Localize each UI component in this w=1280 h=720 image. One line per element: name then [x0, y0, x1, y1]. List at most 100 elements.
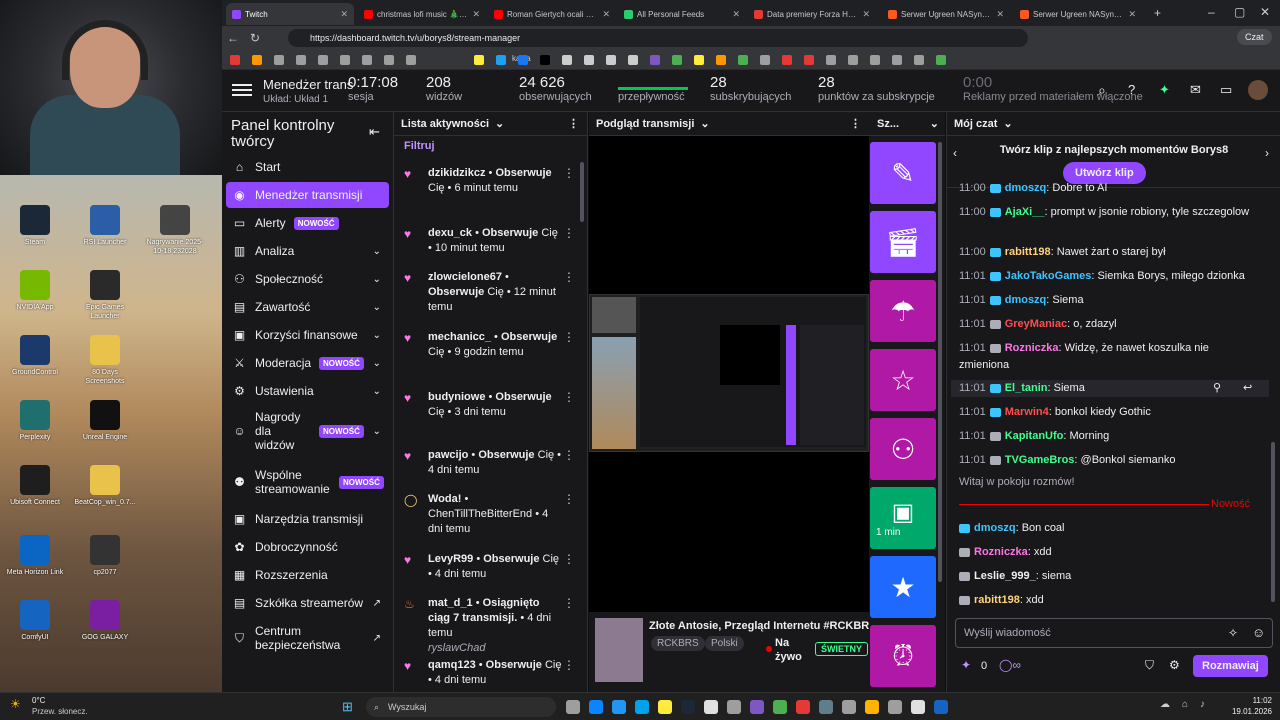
chat-username[interactable]: El_tanin	[1005, 382, 1048, 394]
chat-username[interactable]: GreyManiac	[1005, 318, 1067, 330]
browser-tab[interactable]: Twitch ✕	[226, 3, 354, 25]
taskbar-app-icon[interactable]	[658, 700, 672, 714]
create-clip-button[interactable]: 🎬︎	[870, 211, 936, 273]
activity-item[interactable]: ♥ dzikidzikcz • Obserwuje Cię • 6 minut t…	[404, 166, 579, 196]
sparkle-icon[interactable]: ✧	[1228, 626, 1238, 640]
scrollbar[interactable]	[1271, 442, 1275, 602]
sidebar-item[interactable]: ⛉ Centrum bezpieczeństwa ↗	[226, 618, 389, 658]
avatar[interactable]	[1248, 80, 1268, 100]
shield-icon[interactable]: ⛉	[1145, 658, 1154, 673]
more-icon[interactable]: ⋮	[563, 552, 575, 567]
taskbar-app-icon[interactable]	[612, 700, 626, 714]
taskbar-app-icon[interactable]	[819, 700, 833, 714]
whispers-icon[interactable]: ▭	[1220, 82, 1232, 98]
taskbar-app-icon[interactable]	[589, 700, 603, 714]
preview-video[interactable]	[589, 294, 869, 452]
chevron-right-icon[interactable]: ›	[1265, 146, 1269, 160]
bookmark-icon[interactable]	[406, 55, 416, 65]
chat-message[interactable]: 11:01 JakoTakoGames: Siemka Borys, miłego…	[959, 268, 1259, 285]
sidebar-item[interactable]: ⚉ Wspólne streamowanie NOWOŚĆ	[226, 462, 389, 502]
send-chat-button[interactable]: Rozmawiaj	[1193, 655, 1268, 677]
browser-tab[interactable]: Serwer Ugreen NASync DXP ✕	[1014, 3, 1142, 25]
sidebar-item[interactable]: ▣ Korzyści finansowe ⌄	[226, 322, 389, 348]
activity-item[interactable]: ♥ zlowcielone67 • Obserwuje Cię • 12 minu…	[404, 270, 579, 315]
bookmark-icon[interactable]	[914, 55, 924, 65]
desktop-icon[interactable]: Nagrywanie 2025-10-18 232028	[144, 205, 206, 256]
desktop-icon[interactable]: NVIDIA App	[4, 270, 66, 312]
chat-input[interactable]: Wyślij wiadomość ✧ ☺	[955, 618, 1273, 648]
activity-item[interactable]: ◯ Woda! • ChenTillTheBitterEnd • 4 dni te…	[404, 492, 579, 537]
reload-icon[interactable]: ↻	[244, 31, 266, 45]
chat-username[interactable]: Marwin4	[1005, 406, 1049, 418]
chat-message[interactable]: 11:01 dmoszq: Siema	[959, 292, 1259, 309]
desktop-icon[interactable]: Ubisoft Connect	[4, 465, 66, 507]
spark-icon[interactable]: ✦	[1159, 82, 1170, 98]
chat-message[interactable]: 11:01 KapitanUfo: Morning	[959, 428, 1259, 445]
taskbar-app-icon[interactable]	[750, 700, 764, 714]
bookmark-icon[interactable]	[584, 55, 594, 65]
chat-message[interactable]: 11:01 El_tanin: Siema ⚲ ↩	[951, 380, 1269, 397]
bookmark-icon[interactable]	[318, 55, 328, 65]
menu-icon[interactable]	[232, 82, 252, 98]
bookmark-icon[interactable]	[540, 55, 550, 65]
back-icon[interactable]: ←	[222, 31, 244, 45]
activity-item[interactable]: ♥ pawcijo • Obserwuje Cię • 4 dni temu ⋮	[404, 448, 579, 478]
chat-message[interactable]: 11:00 AjaXi__: prompt w jsonie robiony, t…	[959, 204, 1259, 221]
chat-message[interactable]: 11:01 GreyManiac: o, zdazyl	[959, 316, 1259, 333]
chevron-down-icon[interactable]: ⌄	[373, 386, 381, 397]
activity-item[interactable]: ♥ budyniowe • Obserwuje Cię • 3 dni temu ⋮	[404, 390, 579, 420]
scrollbar[interactable]	[580, 162, 584, 222]
more-icon[interactable]: ⋮	[563, 166, 575, 181]
chat-username[interactable]: AjaXi__	[1005, 206, 1045, 218]
close-icon[interactable]: ✕	[862, 9, 870, 20]
ad-button[interactable]: ☂	[870, 280, 936, 342]
taskbar-app-icon[interactable]	[865, 700, 879, 714]
chevron-down-icon[interactable]: ⌄	[1003, 117, 1012, 130]
reply-icon[interactable]: ↩	[1243, 380, 1252, 397]
chevron-down-icon[interactable]: ⌄	[373, 302, 381, 313]
url-input[interactable]: https://dashboard.twitch.tv/u/borys8/str…	[288, 29, 1028, 47]
bookmark-icon[interactable]	[892, 55, 902, 65]
maximize-icon[interactable]: ▢	[1234, 5, 1245, 19]
chat-username[interactable]: Rozniczka	[974, 546, 1028, 558]
inbox-icon[interactable]: ✉	[1190, 82, 1201, 98]
bookmark-icon[interactable]	[870, 55, 880, 65]
chat-username[interactable]: dmoszq	[1005, 294, 1047, 306]
external-link-icon[interactable]: ↗	[373, 598, 381, 609]
more-icon[interactable]: ⋮	[563, 448, 575, 463]
chat-username[interactable]: JakoTakoGames	[1005, 270, 1092, 282]
browser-tab[interactable]: Data premiery Forza Horizon ✕	[748, 3, 876, 25]
chat-username[interactable]: dmoszq	[974, 522, 1016, 534]
weather-icon[interactable]: ☀	[10, 697, 21, 711]
new-tab-icon[interactable]: +	[1154, 6, 1161, 20]
bookmark-icon[interactable]	[650, 55, 660, 65]
close-icon[interactable]: ✕	[472, 9, 480, 20]
more-icon[interactable]: ⋮	[563, 330, 575, 345]
browser-tab[interactable]: Serwer Ugreen NASync DXP ✕	[882, 3, 1010, 25]
chat-username[interactable]: TVGameBros	[1005, 454, 1075, 466]
sidebar-item[interactable]: ⚇ Społeczność ⌄	[226, 266, 389, 292]
sidebar-item[interactable]: ☺ Nagrody dla widzów NOWOŚĆ ⌄	[226, 406, 389, 456]
desktop-icon[interactable]: ComfyUI	[4, 600, 66, 642]
more-icon[interactable]: ⋮	[850, 117, 861, 130]
tag-rckbrs[interactable]: RCKBRS	[651, 636, 705, 651]
bookmark-icon[interactable]	[474, 55, 484, 65]
chat-message[interactable]: Rozniczka: xdd	[959, 544, 1259, 561]
bookmark-icon[interactable]	[296, 55, 306, 65]
favorite-button[interactable]: ★	[870, 556, 936, 618]
activity-item[interactable]: ♥ LevyR99 • Obserwuje Cię • 4 dni temu ⋮	[404, 552, 579, 582]
clock-time[interactable]: 11:02	[1232, 696, 1272, 705]
more-icon[interactable]: ⋮	[563, 226, 575, 241]
close-icon[interactable]: ✕	[996, 9, 1004, 20]
bookmark-icon[interactable]	[628, 55, 638, 65]
bookmark-icon[interactable]	[672, 55, 682, 65]
activity-item[interactable]: ♥ dexu_ck • Obserwuje Cię • 10 minut temu…	[404, 226, 579, 256]
tag-polski[interactable]: Polski	[705, 636, 744, 651]
timer-button[interactable]: ⏰︎	[870, 625, 936, 687]
collapse-icon[interactable]: ⇤	[369, 124, 380, 140]
activity-item[interactable]: ♥ qamq123 • Obserwuje Cię • 4 dni temu ⋮	[404, 658, 579, 688]
desktop-icon[interactable]: BeatCop_win_0.7...	[74, 465, 136, 507]
bookmark-icon[interactable]	[826, 55, 836, 65]
chat-username[interactable]: Leslie_999_	[974, 570, 1036, 582]
taskbar-app-icon[interactable]	[796, 700, 810, 714]
